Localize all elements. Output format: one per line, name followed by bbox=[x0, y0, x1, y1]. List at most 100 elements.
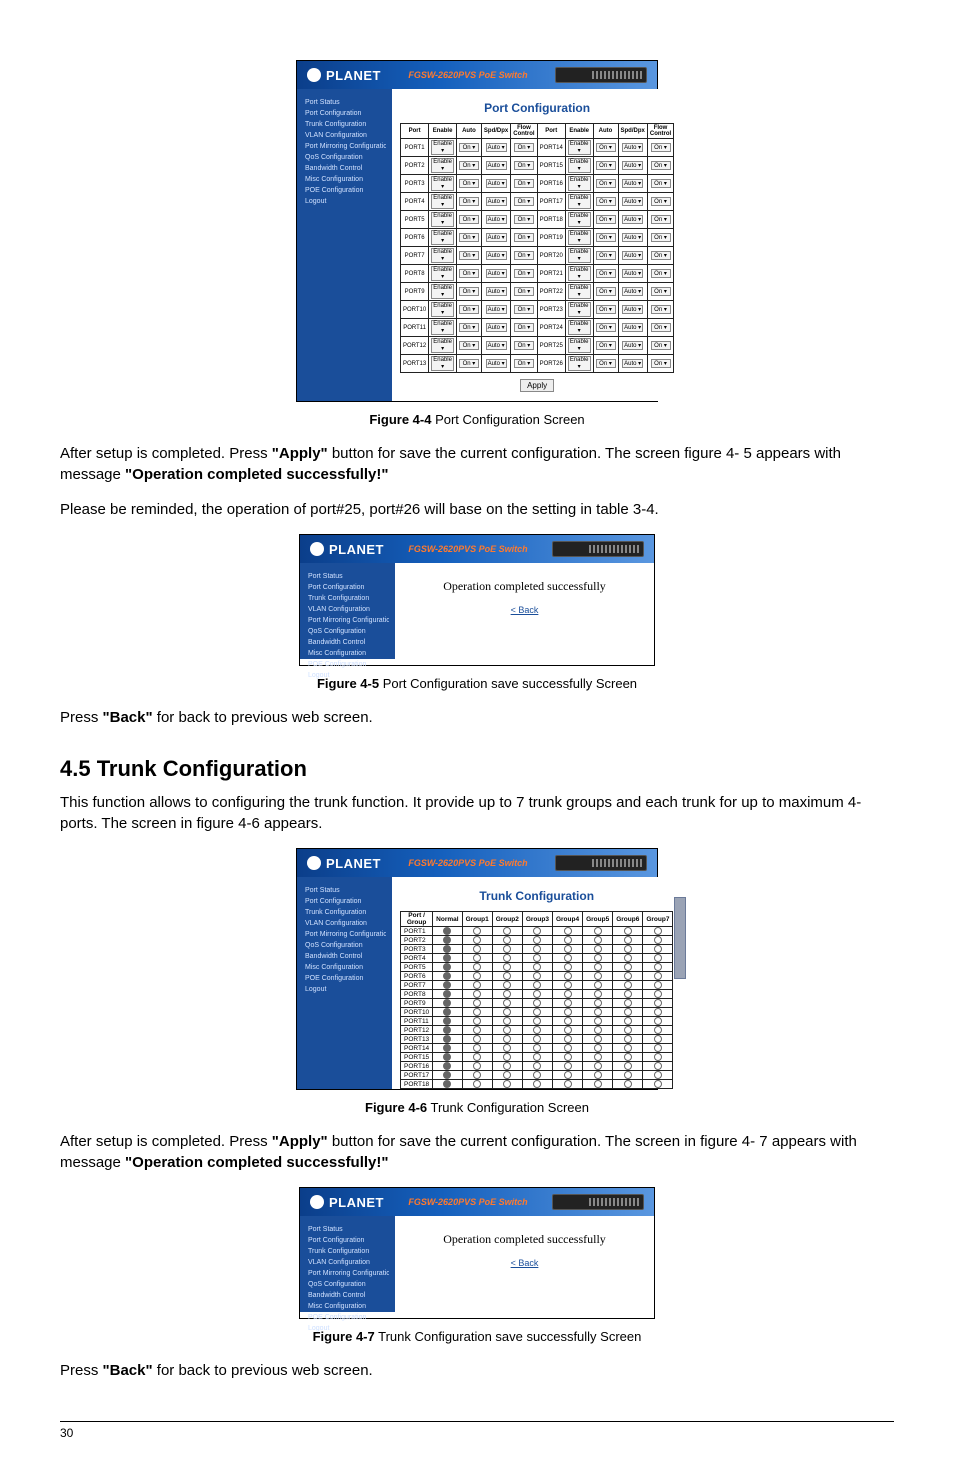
radio[interactable] bbox=[624, 927, 632, 935]
dropdown[interactable]: Enable ▾ bbox=[431, 158, 454, 173]
dropdown[interactable]: Auto ▾ bbox=[622, 143, 643, 152]
dropdown[interactable]: On ▾ bbox=[459, 323, 479, 332]
radio[interactable] bbox=[503, 990, 511, 998]
radio[interactable] bbox=[594, 1035, 602, 1043]
radio[interactable] bbox=[594, 1008, 602, 1016]
radio[interactable] bbox=[443, 972, 451, 980]
nav-misc-config[interactable]: Misc Configuration bbox=[308, 1301, 389, 1312]
dropdown[interactable]: Enable ▾ bbox=[568, 212, 591, 227]
nav-bandwidth[interactable]: Bandwidth Control bbox=[305, 163, 386, 174]
radio[interactable] bbox=[654, 1071, 662, 1079]
radio[interactable] bbox=[533, 972, 541, 980]
nav-bandwidth[interactable]: Bandwidth Control bbox=[308, 1290, 389, 1301]
radio[interactable] bbox=[594, 1017, 602, 1025]
radio[interactable] bbox=[564, 990, 572, 998]
dropdown[interactable]: Auto ▾ bbox=[486, 359, 507, 368]
dropdown[interactable]: Auto ▾ bbox=[622, 179, 643, 188]
nav-logout[interactable]: Logout bbox=[305, 984, 386, 995]
radio[interactable] bbox=[533, 1071, 541, 1079]
nav-port-status[interactable]: Port Status bbox=[305, 885, 386, 896]
radio[interactable] bbox=[443, 1062, 451, 1070]
radio[interactable] bbox=[624, 990, 632, 998]
radio[interactable] bbox=[624, 972, 632, 980]
dropdown[interactable]: Enable ▾ bbox=[568, 158, 591, 173]
nav-port-config[interactable]: Port Configuration bbox=[308, 1235, 389, 1246]
radio[interactable] bbox=[443, 1044, 451, 1052]
radio[interactable] bbox=[624, 1080, 632, 1088]
dropdown[interactable]: Auto ▾ bbox=[622, 233, 643, 242]
dropdown[interactable]: On ▾ bbox=[459, 179, 479, 188]
radio[interactable] bbox=[594, 999, 602, 1007]
dropdown[interactable]: Enable ▾ bbox=[431, 248, 454, 263]
radio[interactable] bbox=[624, 1008, 632, 1016]
dropdown[interactable]: Auto ▾ bbox=[486, 269, 507, 278]
nav-poe-config[interactable]: POE Configuration bbox=[308, 659, 389, 670]
dropdown[interactable]: On ▾ bbox=[514, 143, 534, 152]
dropdown[interactable]: On ▾ bbox=[459, 251, 479, 260]
radio[interactable] bbox=[564, 1080, 572, 1088]
radio[interactable] bbox=[533, 963, 541, 971]
dropdown[interactable]: On ▾ bbox=[651, 197, 671, 206]
nav-logout[interactable]: Logout bbox=[305, 196, 386, 207]
radio[interactable] bbox=[654, 927, 662, 935]
dropdown[interactable]: Enable ▾ bbox=[568, 320, 591, 335]
dropdown[interactable]: Auto ▾ bbox=[622, 341, 643, 350]
radio[interactable] bbox=[564, 999, 572, 1007]
dropdown[interactable]: On ▾ bbox=[596, 359, 616, 368]
radio[interactable] bbox=[473, 999, 481, 1007]
nav-trunk-config[interactable]: Trunk Configuration bbox=[308, 593, 389, 604]
dropdown[interactable]: On ▾ bbox=[596, 269, 616, 278]
radio[interactable] bbox=[594, 1026, 602, 1034]
radio[interactable] bbox=[564, 1017, 572, 1025]
dropdown[interactable]: On ▾ bbox=[651, 269, 671, 278]
radio[interactable] bbox=[473, 954, 481, 962]
dropdown[interactable]: Auto ▾ bbox=[486, 215, 507, 224]
dropdown[interactable]: Enable ▾ bbox=[431, 212, 454, 227]
radio[interactable] bbox=[503, 936, 511, 944]
dropdown[interactable]: On ▾ bbox=[651, 251, 671, 260]
radio[interactable] bbox=[624, 1044, 632, 1052]
nav-vlan-config[interactable]: VLAN Configuration bbox=[308, 1257, 389, 1268]
radio[interactable] bbox=[654, 1035, 662, 1043]
radio[interactable] bbox=[654, 963, 662, 971]
dropdown[interactable]: On ▾ bbox=[596, 305, 616, 314]
dropdown[interactable]: Auto ▾ bbox=[486, 251, 507, 260]
dropdown[interactable]: On ▾ bbox=[514, 269, 534, 278]
dropdown[interactable]: On ▾ bbox=[514, 251, 534, 260]
radio[interactable] bbox=[654, 990, 662, 998]
radio[interactable] bbox=[654, 945, 662, 953]
dropdown[interactable]: On ▾ bbox=[514, 323, 534, 332]
radio[interactable] bbox=[503, 1053, 511, 1061]
radio[interactable] bbox=[473, 936, 481, 944]
radio[interactable] bbox=[533, 1062, 541, 1070]
dropdown[interactable]: Auto ▾ bbox=[486, 287, 507, 296]
radio[interactable] bbox=[624, 981, 632, 989]
nav-vlan-config[interactable]: VLAN Configuration bbox=[305, 130, 386, 141]
radio[interactable] bbox=[503, 999, 511, 1007]
dropdown[interactable]: On ▾ bbox=[459, 359, 479, 368]
radio[interactable] bbox=[443, 945, 451, 953]
dropdown[interactable]: On ▾ bbox=[596, 341, 616, 350]
radio[interactable] bbox=[443, 1035, 451, 1043]
dropdown[interactable]: Enable ▾ bbox=[568, 176, 591, 191]
radio[interactable] bbox=[503, 1026, 511, 1034]
nav-port-config[interactable]: Port Configuration bbox=[308, 582, 389, 593]
dropdown[interactable]: Auto ▾ bbox=[622, 161, 643, 170]
radio[interactable] bbox=[503, 1062, 511, 1070]
radio[interactable] bbox=[443, 1080, 451, 1088]
radio[interactable] bbox=[473, 1044, 481, 1052]
nav-qos-config[interactable]: QoS Configuration bbox=[308, 1279, 389, 1290]
dropdown[interactable]: On ▾ bbox=[596, 197, 616, 206]
radio[interactable] bbox=[594, 954, 602, 962]
nav-port-status[interactable]: Port Status bbox=[305, 97, 386, 108]
radio[interactable] bbox=[624, 999, 632, 1007]
nav-trunk-config[interactable]: Trunk Configuration bbox=[305, 907, 386, 918]
radio[interactable] bbox=[473, 1035, 481, 1043]
dropdown[interactable]: On ▾ bbox=[596, 233, 616, 242]
radio[interactable] bbox=[443, 963, 451, 971]
dropdown[interactable]: Enable ▾ bbox=[431, 230, 454, 245]
dropdown[interactable]: Enable ▾ bbox=[568, 194, 591, 209]
dropdown[interactable]: On ▾ bbox=[651, 161, 671, 170]
radio[interactable] bbox=[564, 1071, 572, 1079]
radio[interactable] bbox=[594, 972, 602, 980]
